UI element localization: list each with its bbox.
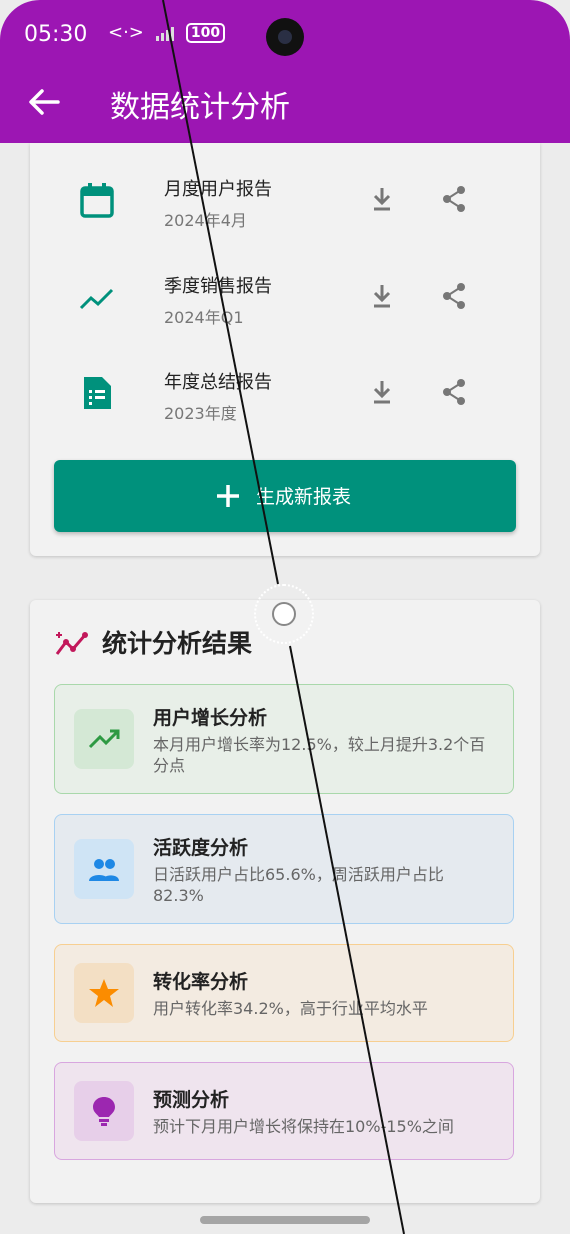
share-icon[interactable] bbox=[438, 280, 470, 312]
page-title: 数据统计分析 bbox=[110, 90, 290, 125]
result-title: 预测分析 bbox=[153, 1089, 230, 1111]
plus-icon bbox=[217, 485, 239, 507]
data-transfer-icon: <·> bbox=[108, 22, 144, 43]
download-icon[interactable] bbox=[366, 376, 398, 408]
gesture-nav-bar[interactable] bbox=[200, 1216, 370, 1224]
result-card-growth[interactable]: 用户增长分析 本月用户增长率为12.5%，较上月提升3.2个百分点 bbox=[54, 684, 514, 794]
status-icons: <·> 100 bbox=[108, 22, 226, 43]
calendar-icon bbox=[80, 183, 114, 218]
result-icon-box bbox=[74, 1081, 134, 1141]
document-icon bbox=[84, 377, 111, 409]
report-date: 2023年度 bbox=[164, 404, 237, 423]
result-desc: 日活跃用户占比65.6%，周活跃用户占比82.3% bbox=[153, 865, 444, 905]
result-card-activity[interactable]: 活跃度分析 日活跃用户占比65.6%，周活跃用户占比82.3% bbox=[54, 814, 514, 924]
share-icon[interactable] bbox=[438, 376, 470, 408]
result-title: 用户增长分析 bbox=[153, 707, 268, 729]
share-icon[interactable] bbox=[438, 183, 470, 215]
report-name: 年度总结报告 bbox=[164, 372, 272, 393]
reports-card: 月度用户报告 2024年4月 季度销售报告 2024年Q1 年度总结报告 202… bbox=[30, 143, 540, 556]
result-icon-box bbox=[74, 709, 134, 769]
result-desc: 本月用户增长率为12.5%，较上月提升3.2个百分点 bbox=[153, 735, 486, 775]
report-name: 月度用户报告 bbox=[164, 179, 272, 200]
result-desc: 预计下月用户增长将保持在10%-15%之间 bbox=[153, 1117, 454, 1136]
download-icon[interactable] bbox=[366, 183, 398, 215]
report-name: 季度销售报告 bbox=[164, 276, 272, 297]
app-bar: 05:30 <·> 100 数据统计分析 bbox=[0, 0, 570, 143]
touch-indicator bbox=[254, 584, 314, 644]
back-arrow-icon[interactable] bbox=[24, 84, 64, 120]
camera-cutout bbox=[266, 18, 304, 56]
signal-icon bbox=[155, 26, 174, 41]
people-icon bbox=[89, 859, 119, 881]
lightbulb-icon bbox=[93, 1097, 115, 1126]
download-icon[interactable] bbox=[366, 280, 398, 312]
analysis-card: 统计分析结果 用户增长分析 本月用户增长率为12.5%，较上月提升3.2个百分点… bbox=[30, 600, 540, 1203]
report-item[interactable]: 月度用户报告 2024年4月 bbox=[30, 161, 540, 241]
status-time: 05:30 bbox=[24, 22, 88, 47]
generate-report-button[interactable]: 生成新报表 bbox=[54, 460, 516, 532]
trend-line-icon bbox=[79, 288, 114, 310]
result-card-conversion[interactable]: 转化率分析 用户转化率34.2%，高于行业平均水平 bbox=[54, 944, 514, 1042]
result-desc: 用户转化率34.2%，高于行业平均水平 bbox=[153, 999, 428, 1018]
trending-up-icon bbox=[88, 729, 120, 749]
generate-report-label: 生成新报表 bbox=[256, 486, 352, 508]
result-icon-box bbox=[74, 963, 134, 1023]
report-date: 2024年4月 bbox=[164, 211, 247, 230]
battery-indicator: 100 bbox=[185, 22, 226, 43]
section-title: 统计分析结果 bbox=[102, 629, 253, 658]
insights-icon bbox=[55, 632, 88, 655]
report-date: 2024年Q1 bbox=[164, 308, 244, 327]
star-icon bbox=[89, 979, 119, 1007]
result-title: 活跃度分析 bbox=[153, 837, 249, 859]
result-card-forecast[interactable]: 预测分析 预计下月用户增长将保持在10%-15%之间 bbox=[54, 1062, 514, 1160]
result-icon-box bbox=[74, 839, 134, 899]
report-item[interactable]: 年度总结报告 2023年度 bbox=[30, 354, 540, 434]
report-item[interactable]: 季度销售报告 2024年Q1 bbox=[30, 258, 540, 338]
result-title: 转化率分析 bbox=[153, 971, 249, 993]
